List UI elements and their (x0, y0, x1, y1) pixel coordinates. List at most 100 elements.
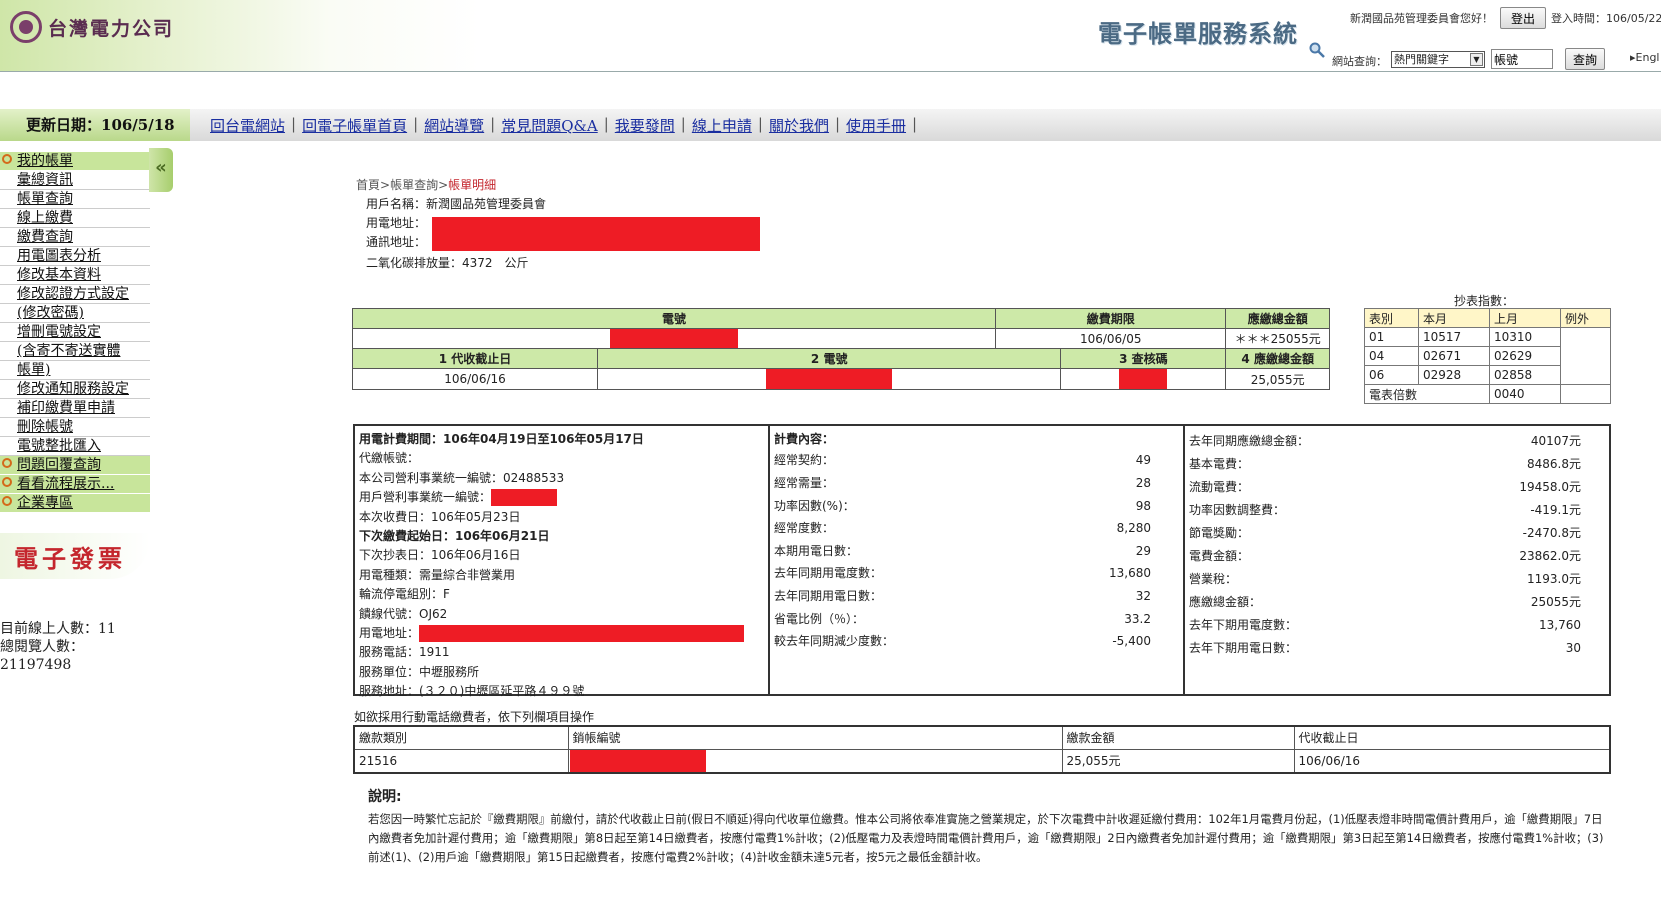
sidebar-item[interactable]: 刪除帳號 (0, 418, 150, 437)
charge-row: 經常度數： 8,280 (774, 517, 1179, 540)
amount-label: 應繳總金額： (1189, 595, 1262, 609)
amount-value: 8486.8元 (1527, 457, 1581, 471)
charge-row: 經常需量： 28 (774, 472, 1179, 495)
amount-row: 流動電費： 19458.0元 (1189, 476, 1605, 499)
charge-row: 較去年同期減少度數： -5,400 (774, 630, 1179, 653)
amount-label: 去年下期用電日數： (1189, 641, 1298, 655)
billing-date: 本次收費日：106年05月23日 (359, 509, 521, 524)
account-number-cell-2 (596, 368, 1062, 390)
logo-seal-icon (10, 11, 42, 43)
amount-label: 節電獎勵： (1189, 526, 1250, 540)
sidebar-item[interactable]: 問題回覆查詢 (0, 456, 150, 475)
outage-group: 輪流停電組別：F (359, 587, 450, 602)
sidebar-item[interactable]: 企業專區 (0, 494, 150, 513)
sidebar-item[interactable]: 修改基本資料 (0, 266, 150, 285)
mobile-header-deadline: 代收截止日 (1293, 725, 1611, 750)
nav-link-ask[interactable]: 我要發問 (615, 115, 675, 136)
mobile-payment-number (567, 748, 1063, 773)
sidebar-item[interactable]: (含寄不寄送實體 (0, 342, 150, 361)
nav-link-manual[interactable]: 使用手冊 (846, 115, 906, 136)
sidebar-item[interactable]: 帳單查詢 (0, 190, 150, 209)
sidebar-item[interactable]: 修改通知服務設定 (0, 380, 150, 399)
sidebar-item[interactable]: 帳單) (0, 361, 150, 380)
mail-address-label: 通訊地址： (366, 235, 427, 249)
charge-row: 省電比例（％）： 33.2 (774, 608, 1179, 631)
sidebar-item[interactable]: 繳費查詢 (0, 228, 150, 247)
amount-row: 節電獎勵： -2470.8元 (1189, 522, 1605, 545)
magnifier-icon (1309, 42, 1325, 58)
redacted-payment-number (569, 749, 706, 772)
keyword-select[interactable]: 熱門關鍵字 ▼ (1391, 51, 1485, 68)
charge-label: 去年同期用電度數： (774, 566, 883, 581)
nav-link-about[interactable]: 關於我們 (769, 115, 829, 136)
power-address-label: 用電地址： (366, 216, 427, 230)
company-logo[interactable]: 台灣電力公司 (10, 10, 174, 44)
service-phone: 服務電話：1911 (359, 645, 450, 660)
charge-value: 13,680 (1109, 566, 1151, 581)
sidebar-item[interactable]: (修改密碼) (0, 304, 150, 323)
service-address: 服務地址：(３２０)中壢區延平路４９９號 (359, 684, 585, 699)
visits-label: 總閱覽人數： (0, 639, 84, 655)
due-date-cell: 106/06/05 (995, 328, 1227, 349)
col-header-account-2: 2 電號 (596, 348, 1062, 369)
visits-count: 21197498 (0, 657, 72, 673)
charge-value: 49 (1135, 453, 1151, 468)
amount-label: 基本電費： (1189, 457, 1250, 471)
sidebar-item[interactable]: 線上繳費 (0, 209, 150, 228)
einvoice-banner[interactable]: 電子發票 (0, 533, 150, 579)
meter-row: 01 10517 10310 (1364, 327, 1611, 385)
notes-title: 說明: (368, 789, 402, 805)
next-payment-start: 下次繳費起始日：106年06月21日 (359, 529, 550, 544)
sidebar-item[interactable]: 補印繳費單申請 (0, 399, 150, 418)
service-unit: 服務單位：中壢服務所 (359, 664, 480, 679)
sidebar-item[interactable]: 彙總資訊 (0, 171, 150, 190)
nav-link-sitemap[interactable]: 網站導覽 (424, 115, 484, 136)
collapse-sidebar-icon[interactable]: « (149, 148, 173, 192)
nav-link-taipower[interactable]: 回台電網站 (210, 115, 285, 136)
amount-value: -2470.8元 (1522, 526, 1581, 540)
breadcrumb-home[interactable]: 首頁 (356, 178, 380, 192)
sidebar-item[interactable]: 增刪電號設定 (0, 323, 150, 342)
col-header-due: 繳費期限 (995, 308, 1227, 329)
company-name: 台灣電力公司 (48, 17, 175, 40)
redacted-account-2 (766, 369, 893, 389)
user-greeting: 新潤國品苑管理委員會您好！ (1350, 12, 1493, 25)
sidebar-item[interactable]: 電號整批匯入 (0, 437, 150, 456)
breadcrumb-query[interactable]: 帳單查詢 (390, 178, 438, 192)
amount-label: 流動電費： (1189, 480, 1250, 494)
nav-link-faq[interactable]: 常見問題Q&A (501, 115, 597, 136)
amount-row: 基本電費： 8486.8元 (1189, 453, 1605, 476)
language-link[interactable]: ▸Engl (1630, 51, 1659, 64)
sidebar-item[interactable]: 看看流程展示... (0, 475, 150, 494)
total-amount-cell: ＊＊＊25055元 (1225, 328, 1330, 349)
search-input[interactable] (1491, 49, 1553, 69)
nav-link-apply[interactable]: 線上申請 (692, 115, 752, 136)
bill-summary-table: 電號 繳費期限 應繳總金額 106/06/05 ＊＊＊25055元 1 代收截止… (351, 308, 1330, 390)
collect-deadline-cell: 106/06/16 (352, 368, 598, 390)
charge-row: 去年同期用電度數： 13,680 (774, 562, 1179, 585)
nav-link-ebill-home[interactable]: 回電子帳單首頁 (302, 115, 407, 136)
mobile-header-amount: 繳款金額 (1061, 725, 1295, 750)
charge-row: 經常契約： 49 (774, 449, 1179, 472)
account-number-cell (351, 328, 997, 349)
sidebar-item[interactable]: 我的帳單 (0, 152, 150, 171)
meter-reading-table: 表別 本月 上月 例外 01 10517 10310 04 02671 02629 06… (1364, 308, 1611, 404)
billing-info-column: 用電計費期間：106年04月19日至106年05月17日 代繳帳號： 本公司營利… (355, 426, 770, 698)
amount-value: -419.1元 (1530, 503, 1581, 517)
col-header-total: 應繳總金額 (1225, 308, 1330, 329)
sidebar-item[interactable]: 用電圖表分析 (0, 247, 150, 266)
col-header-collect-deadline: 1 代收截止日 (352, 348, 598, 369)
amount-row: 去年下期用電日數： 30 (1189, 637, 1605, 660)
header: 台灣電力公司 電子帳單服務系統 新潤國品苑管理委員會您好！ 登出 登入時間：10… (0, 0, 1661, 72)
logout-button[interactable]: 登出 (1500, 7, 1546, 29)
charge-label: 省電比例（％）： (774, 611, 865, 626)
charge-content-title: 計費內容： (774, 432, 835, 446)
sidebar-item[interactable]: 修改認證方式設定 (0, 285, 150, 304)
login-time: 登入時間：106/05/22 (1551, 12, 1661, 25)
charge-label: 經常度數： (774, 521, 835, 536)
bill-detail-box: 用電計費期間：106年04月19日至106年05月17日 代繳帳號： 本公司營利… (353, 424, 1611, 698)
online-count: 目前線上人數：11 (0, 621, 116, 637)
mobile-payment-caption: 如欲採用行動電話繳費者，依下列欄項目操作 (354, 710, 595, 724)
notes-section: 說明: 若您因一時繁忙忘記於『繳費期限』前繳付，請於代收截止日前(假日不順延)得… (368, 786, 1608, 867)
search-button[interactable]: 查詢 (1565, 48, 1605, 70)
